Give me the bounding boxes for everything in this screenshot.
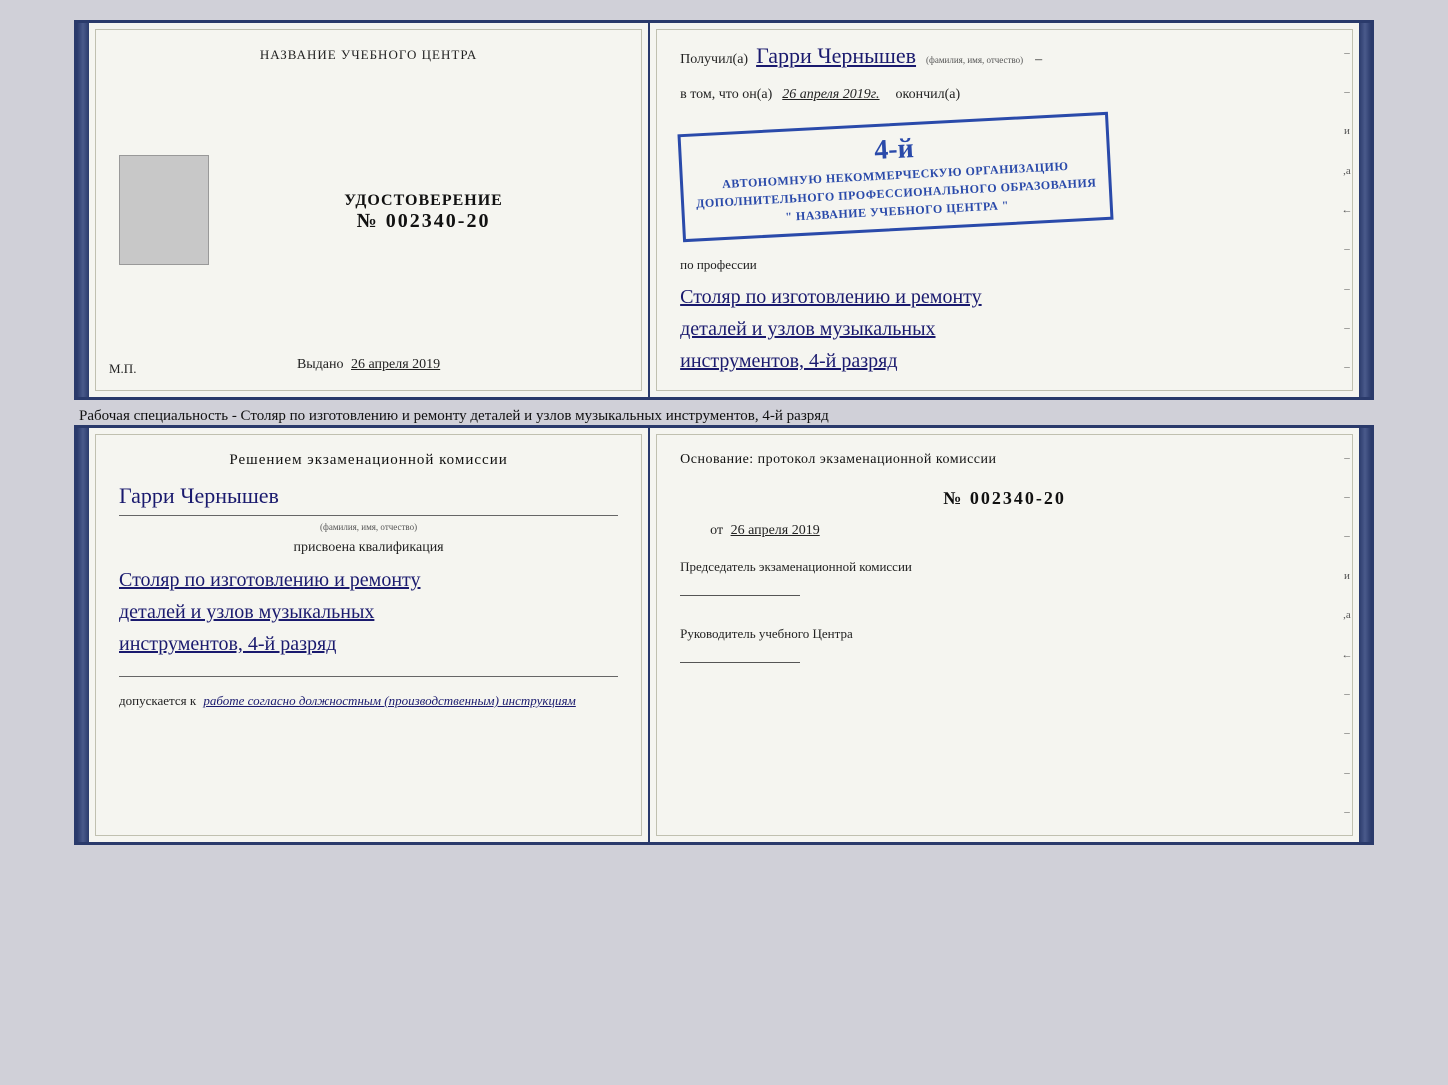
okonchil-label: окончил(а): [896, 87, 961, 103]
predsedatel-label: Председатель экзаменационной комиссии: [680, 559, 1329, 596]
cert-spine-right: [1359, 23, 1371, 397]
qual-name-block: Гарри Чернышев (фамилия, имя, отчество): [119, 479, 618, 532]
qual-right-page: Основание: протокол экзаменационной коми…: [650, 428, 1359, 842]
recipient-name: Гарри Чернышев: [756, 43, 916, 69]
qual-block: Столяр по изготовлению и ремонту деталей…: [119, 564, 618, 660]
poluchil-label: Получил(а): [680, 52, 748, 68]
qual-left-page: Решением экзаменационной комиссии Гарри …: [89, 428, 650, 842]
certificate-book: НАЗВАНИЕ УЧЕБНОГО ЦЕНТРА УДОСТОВЕРЕНИЕ №…: [74, 20, 1374, 400]
vtom-date: 26 апреля 2019г.: [782, 87, 879, 103]
udostoverenie-number: № 002340-20: [357, 210, 491, 233]
ot-date-line: от 26 апреля 2019: [680, 523, 1329, 539]
predsedatel-signature: [680, 595, 800, 596]
caption-text: Рабочая специальность - Столяр по изгото…: [74, 408, 829, 425]
qualification-book: Решением экзаменационной комиссии Гарри …: [74, 425, 1374, 845]
vydano-line: Выдано 26 апреля 2019: [297, 357, 440, 373]
school-name-label: НАЗВАНИЕ УЧЕБНОГО ЦЕНТРА: [260, 47, 477, 63]
dopuskaetsya-value: работе согласно должностным (производств…: [203, 693, 575, 708]
vydano-date: 26 апреля 2019: [351, 357, 440, 372]
cert-right-page: Получил(а) Гарри Чернышев (фамилия, имя,…: [650, 23, 1359, 397]
photo-placeholder: [119, 155, 209, 265]
mp-label: М.П.: [109, 361, 136, 377]
stamp-box: 4-й АВТОНОМНУЮ НЕКОММЕРЧЕСКУЮ ОРГАНИЗАЦИ…: [678, 112, 1114, 242]
qual-number: № 002340-20: [680, 488, 1329, 509]
poluchil-line: Получил(а) Гарри Чернышев (фамилия, имя,…: [680, 43, 1329, 69]
qual-line2: деталей и узлов музыкальных: [119, 596, 618, 628]
udostoverenie-label: УДОСТОВЕРЕНИЕ: [344, 192, 503, 210]
profession-line3: инструментов, 4-й разряд: [680, 345, 1329, 377]
rukovoditel-signature: [680, 662, 800, 663]
document-container: НАЗВАНИЕ УЧЕБНОГО ЦЕНТРА УДОСТОВЕРЕНИЕ №…: [74, 20, 1374, 845]
prisvoyena-label: присвоена квалификация: [119, 540, 618, 556]
osnova-label: Основание: протокол экзаменационной коми…: [680, 452, 1329, 468]
qual-spine-right: [1359, 428, 1371, 842]
stamp-wrapper: 4-й АВТОНОМНУЮ НЕКОММЕРЧЕСКУЮ ОРГАНИЗАЦИ…: [680, 117, 1329, 237]
qual-spine-left: [77, 428, 89, 842]
cert-spine-left: [77, 23, 89, 397]
po-professii-label: по профессии: [680, 257, 1329, 273]
qual-line3: инструментов, 4-й разряд: [119, 628, 618, 660]
profession-line2: деталей и узлов музыкальных: [680, 313, 1329, 345]
profession-block: Столяр по изготовлению и ремонту деталей…: [680, 281, 1329, 377]
rukovoditel-label: Руководитель учебного Центра: [680, 626, 1329, 663]
vtom-line: в том, что он(а) 26 апреля 2019г. окончи…: [680, 87, 1329, 103]
qual-line1: Столяр по изготовлению и ремонту: [119, 564, 618, 596]
fio-label: (фамилия, имя, отчество): [926, 55, 1023, 65]
qual-name: Гарри Чернышев: [119, 483, 618, 509]
dopuskaetsya-line: допускается к работе согласно должностны…: [119, 693, 618, 709]
qual-side-decoration: – – – и ,а ← – – – –: [1335, 428, 1359, 842]
cert-left-page: НАЗВАНИЕ УЧЕБНОГО ЦЕНТРА УДОСТОВЕРЕНИЕ №…: [89, 23, 650, 397]
qual-fio-label: (фамилия, имя, отчество): [119, 522, 618, 532]
resheniem-label: Решением экзаменационной комиссии: [119, 452, 618, 469]
ot-date: 26 апреля 2019: [731, 523, 820, 538]
vtom-label: в том, что он(а): [680, 87, 772, 103]
side-decoration-right: – – и ,а ← – – – –: [1335, 23, 1359, 397]
profession-line1: Столяр по изготовлению и ремонту: [680, 281, 1329, 313]
